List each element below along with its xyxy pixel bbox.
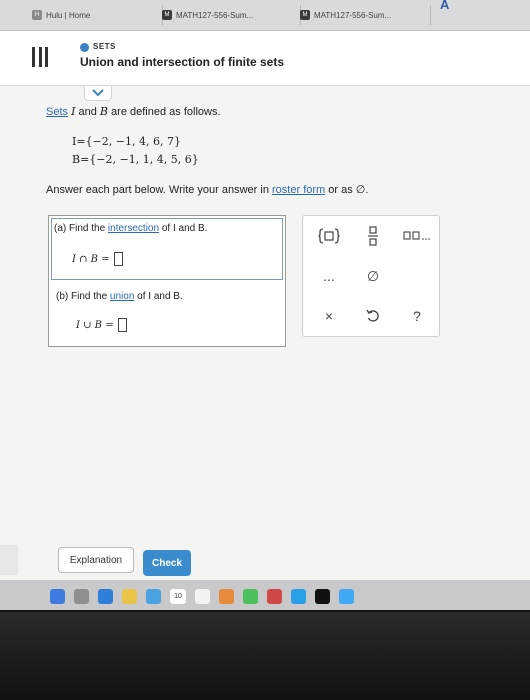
mail-icon[interactable]	[146, 588, 161, 604]
tab-math127-2[interactable]: M MATH127-556-Sum...	[296, 5, 431, 25]
tab-hulu-home[interactable]: H Hulu | Home	[28, 5, 163, 25]
intro-var-b: B	[99, 105, 108, 118]
intro-text: Sets I and B are defined as follows.	[46, 105, 221, 118]
part-a-label: (a) Find the intersection of I and B.	[54, 223, 207, 234]
ellipsis-key[interactable]: ...	[311, 264, 347, 288]
notes-icon[interactable]	[122, 588, 137, 604]
photos-icon[interactable]	[219, 588, 234, 604]
fraction-icon	[368, 226, 378, 246]
union-answer-input[interactable]	[117, 318, 127, 332]
part-a-equation: I ∩ B =	[72, 252, 123, 266]
list-icon	[403, 231, 430, 240]
page-favicon-icon: M	[162, 10, 172, 20]
apple-tv-icon[interactable]	[315, 588, 330, 604]
undo-key[interactable]	[355, 304, 391, 328]
intersection-answer-input[interactable]	[113, 252, 123, 266]
check-button[interactable]: Check	[143, 550, 191, 576]
topic-status-dot-icon	[80, 43, 89, 52]
part-b-equation: I ∪ B =	[76, 318, 127, 332]
union-link[interactable]: union	[110, 291, 134, 302]
page-favicon-icon: M	[300, 10, 310, 20]
braces-icon	[318, 228, 340, 244]
side-panel-edge	[0, 545, 18, 575]
reminders-icon[interactable]	[195, 588, 210, 604]
list-key[interactable]	[399, 224, 435, 248]
part-b-label: (b) Find the union of I and B.	[56, 291, 183, 302]
intersection-link[interactable]: intersection	[108, 223, 159, 234]
empty-set-key[interactable]: ∅	[355, 264, 391, 288]
tab-math127-1[interactable]: M MATH127-556-Sum...	[158, 5, 301, 25]
finder-icon[interactable]	[50, 588, 65, 604]
braces-key[interactable]	[311, 224, 347, 248]
app-store-icon[interactable]	[291, 588, 306, 604]
math-keypad: ... ∅ × ?	[302, 215, 440, 337]
facetime-icon[interactable]	[243, 588, 258, 604]
clear-key[interactable]: ×	[311, 304, 347, 328]
browser-screen: H Hulu | Home M MATH127-556-Sum... M MAT…	[0, 0, 530, 610]
tab-label: MATH127-556-Sum...	[314, 10, 392, 20]
intro-rest: are defined as follows.	[108, 106, 221, 118]
menu-icon[interactable]	[32, 47, 48, 67]
calendar-icon[interactable]: 10	[170, 588, 186, 604]
part-b-suffix: of I and B.	[134, 291, 183, 302]
help-key[interactable]: ?	[399, 304, 435, 328]
part-a-suffix: of I and B.	[159, 223, 208, 234]
part-b-prefix: (b) Find the	[56, 291, 110, 302]
instruction-post: or as ∅.	[325, 184, 369, 196]
fraction-key[interactable]	[355, 224, 391, 248]
union-expression: I ∪ B =	[76, 319, 114, 331]
tab-label: MATH127-556-Sum...	[176, 10, 254, 20]
hulu-favicon-icon: H	[32, 10, 42, 20]
browser-tab-bar: H Hulu | Home M MATH127-556-Sum... M MAT…	[0, 0, 530, 31]
safari-icon[interactable]	[98, 588, 113, 604]
topic-header: SETS Union and intersection of finite se…	[0, 31, 530, 86]
tab-label: Hulu | Home	[46, 10, 91, 20]
instruction-pre: Answer each part below. Write your answe…	[46, 184, 273, 196]
set-b-definition: B={−2, −1, 1, 4, 5, 6}	[72, 153, 199, 166]
system-icon[interactable]	[339, 588, 354, 604]
part-a-prefix: (a) Find the	[54, 223, 108, 234]
set-i-definition: I={−2, −1, 4, 6, 7}	[72, 135, 181, 148]
launchpad-icon[interactable]	[74, 588, 89, 604]
topic-title: Union and intersection of finite sets	[80, 55, 285, 69]
instruction-text: Answer each part below. Write your answe…	[46, 183, 368, 196]
intro-and: and	[75, 106, 100, 118]
laptop-bezel	[0, 612, 530, 700]
topic-label: SETS	[93, 42, 116, 51]
cropped-logo: A	[440, 0, 451, 12]
roster-form-link[interactable]: roster form	[272, 184, 325, 196]
macos-dock: 10	[0, 580, 530, 610]
answer-panel: (a) Find the intersection of I and B. I …	[48, 215, 286, 347]
collapse-header-button[interactable]	[84, 86, 112, 101]
explanation-button[interactable]: Explanation	[58, 547, 134, 573]
sets-link[interactable]: Sets	[46, 106, 68, 118]
chevron-down-icon	[92, 89, 104, 97]
intersection-expression: I ∩ B =	[72, 253, 110, 265]
music-icon[interactable]	[267, 588, 282, 604]
undo-icon	[366, 309, 379, 322]
